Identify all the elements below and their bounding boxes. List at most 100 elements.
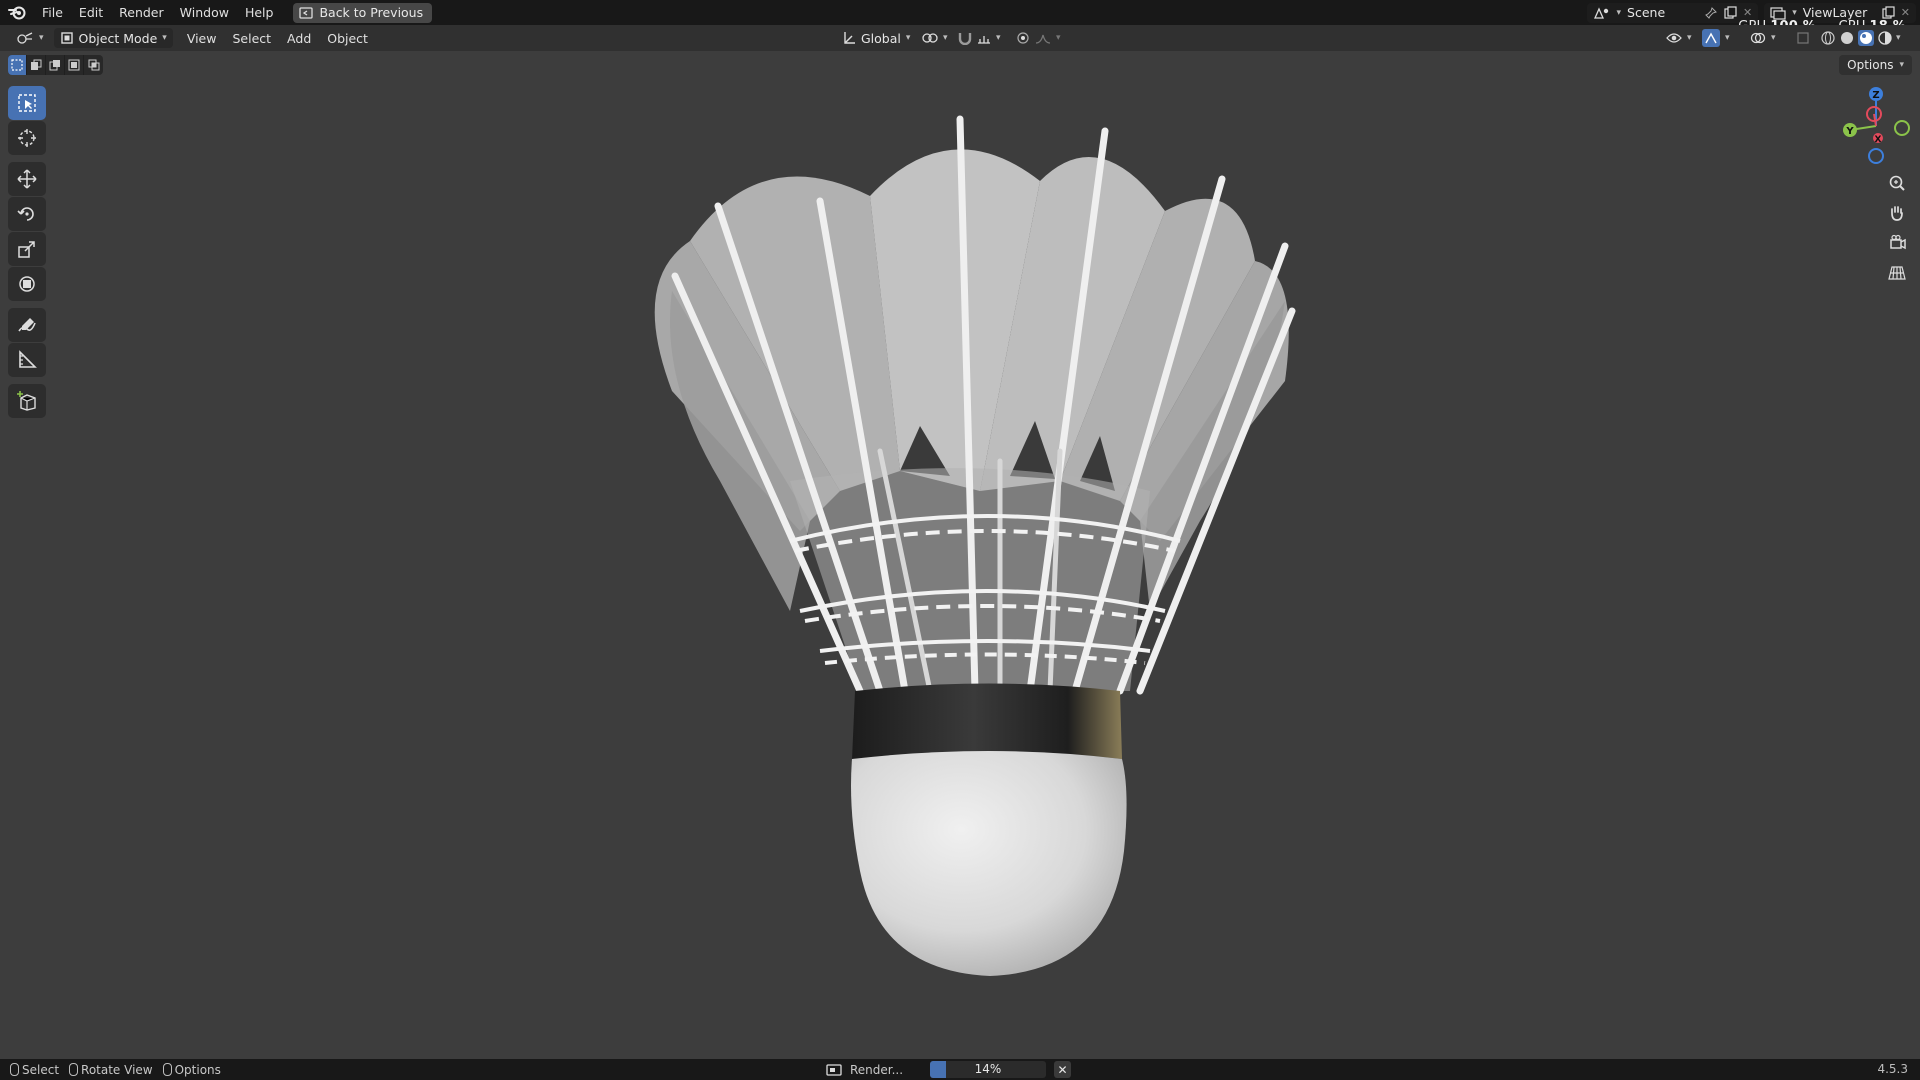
select-box-icon	[17, 93, 37, 113]
select-box-tool[interactable]	[8, 86, 46, 120]
cursor-tool[interactable]	[8, 121, 46, 155]
gizmo-y-label: Y	[1845, 126, 1854, 137]
chevron-down-icon: ▾	[905, 33, 911, 43]
rotate-icon	[17, 204, 37, 224]
viewport-header: ▾ Object Mode ▾ View Select Add Object G…	[0, 25, 1920, 51]
chevron-down-icon: ▾	[1725, 33, 1730, 43]
gizmo-toggle[interactable]: ▾	[1696, 28, 1736, 48]
menu-object[interactable]: Object	[319, 31, 376, 46]
select-extend-icon[interactable]	[27, 55, 46, 75]
measure-tool[interactable]	[8, 343, 46, 377]
pivot-icon	[922, 31, 938, 45]
scale-tool[interactable]	[8, 232, 46, 266]
zoom-icon	[1888, 174, 1906, 192]
hint-select: Select	[10, 1063, 59, 1077]
visibility-dropdown[interactable]: ▾	[1660, 28, 1698, 48]
close-icon[interactable]: ✕	[1743, 6, 1752, 19]
chevron-down-icon: ▾	[1056, 33, 1061, 43]
menu-view[interactable]: View	[179, 31, 225, 46]
camera-view-button[interactable]	[1882, 230, 1912, 256]
wireframe-shading-icon[interactable]	[1820, 30, 1836, 46]
select-subtract-icon[interactable]	[46, 55, 65, 75]
new-view-layer-icon[interactable]	[1881, 5, 1895, 20]
shading-modes[interactable]: ▾	[1814, 28, 1907, 48]
menu-edit[interactable]: Edit	[71, 0, 111, 25]
hint-select-label: Select	[22, 1062, 60, 1077]
shuttlecock-model	[654, 115, 1296, 976]
transform-tool[interactable]	[8, 267, 46, 301]
select-intersect-icon[interactable]	[84, 55, 103, 75]
feather-skirt	[654, 115, 1296, 695]
material-preview-icon[interactable]	[1858, 30, 1874, 46]
object-mode-dropdown[interactable]: Object Mode ▾	[53, 28, 173, 48]
camera-icon	[1888, 234, 1906, 252]
chevron-down-icon: ▾	[1792, 7, 1797, 18]
blender-logo-icon[interactable]	[0, 0, 34, 25]
annotate-tool[interactable]	[8, 308, 46, 342]
view-layer-icon	[1770, 6, 1786, 20]
editor-type-selector[interactable]: ▾	[10, 28, 50, 48]
scene-selector[interactable]: ▾ Scene ✕	[1586, 2, 1759, 23]
proportional-edit-icon	[1016, 31, 1030, 45]
snap-increment-icon	[977, 31, 991, 45]
proportional-editing-toggle[interactable]: ▾	[1010, 28, 1067, 48]
new-scene-icon[interactable]	[1723, 5, 1737, 20]
falloff-curve-icon	[1035, 31, 1051, 45]
cursor-icon	[17, 128, 37, 148]
mouse-middle-icon	[69, 1063, 79, 1076]
eye-icon	[1666, 32, 1682, 44]
overlays-toggle[interactable]: ▾	[1744, 28, 1782, 48]
add-cube-tool[interactable]	[8, 384, 46, 418]
top-menu-bar: File Edit Render Window Help Back to Pre…	[0, 0, 1920, 34]
selection-mode-buttons	[8, 55, 103, 75]
status-bar: Select Rotate View Options Render... 14%…	[0, 1059, 1920, 1080]
cork-base	[851, 683, 1127, 976]
mouse-left-icon	[10, 1063, 19, 1076]
select-new-icon[interactable]	[8, 55, 27, 75]
tool-shelf	[8, 86, 46, 419]
menu-file[interactable]: File	[34, 0, 71, 25]
chevron-down-icon: ▾	[1687, 33, 1692, 43]
chevron-down-icon: ▾	[162, 33, 167, 43]
move-tool[interactable]	[8, 162, 46, 196]
pan-button[interactable]	[1882, 200, 1912, 226]
orientation-global-icon	[842, 31, 856, 45]
menu-render[interactable]: Render	[111, 0, 172, 25]
chevron-down-icon: ▾	[39, 33, 44, 43]
pivot-point-dropdown[interactable]: ▾	[916, 28, 954, 48]
navigation-gizmo[interactable]: Z Y X	[1822, 86, 1912, 168]
hand-icon	[1888, 204, 1906, 222]
overlays-icon	[1750, 31, 1766, 45]
hint-rotate-view: Rotate View	[69, 1063, 153, 1077]
menu-window[interactable]: Window	[172, 0, 237, 25]
pin-icon[interactable]	[1705, 6, 1717, 19]
rendered-shading-icon[interactable]	[1877, 30, 1893, 46]
chevron-down-icon: ▾	[943, 33, 948, 43]
cancel-render-button[interactable]: ✕	[1054, 1061, 1071, 1078]
options-dropdown[interactable]: Options ▾	[1839, 55, 1912, 75]
close-icon[interactable]: ✕	[1901, 6, 1910, 19]
back-to-previous-button[interactable]: Back to Previous	[293, 2, 433, 23]
measure-icon	[17, 350, 37, 370]
chevron-down-icon: ▾	[1899, 60, 1904, 70]
solid-shading-icon[interactable]	[1839, 30, 1855, 46]
rotate-tool[interactable]	[8, 197, 46, 231]
perspective-toggle-button[interactable]	[1882, 260, 1912, 286]
object-mode-label: Object Mode	[78, 30, 158, 46]
hint-rotate-label: Rotate View	[81, 1062, 153, 1077]
scene-icon	[1593, 6, 1611, 20]
menu-add[interactable]: Add	[279, 31, 319, 46]
version-label: 4.5.3	[1877, 1062, 1908, 1076]
select-invert-icon[interactable]	[65, 55, 84, 75]
magnet-icon	[958, 31, 972, 45]
snap-toggle[interactable]: ▾	[952, 28, 1007, 48]
gizmo-z-label: Z	[1872, 90, 1879, 101]
scene-name[interactable]: Scene	[1627, 5, 1699, 20]
view-layer-name[interactable]: ViewLayer	[1803, 5, 1875, 20]
transform-orientation-dropdown[interactable]: Global ▾	[836, 28, 916, 48]
xray-toggle[interactable]	[1790, 28, 1816, 48]
back-to-previous-label: Back to Previous	[319, 5, 424, 20]
menu-help[interactable]: Help	[237, 0, 282, 25]
menu-select[interactable]: Select	[224, 31, 279, 46]
zoom-button[interactable]	[1882, 170, 1912, 196]
